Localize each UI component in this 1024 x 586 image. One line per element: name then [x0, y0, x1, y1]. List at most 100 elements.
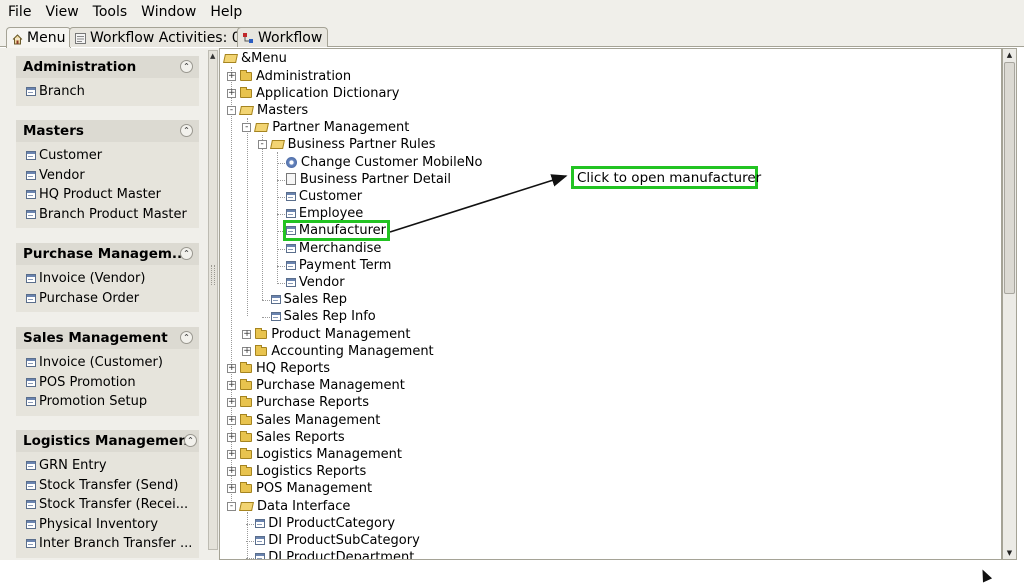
sidebar-item-pos-promotion[interactable]: POS Promotion [16, 373, 199, 393]
group-header[interactable]: Purchase Managem... ⌃ [16, 243, 199, 265]
sidebar-item-invoice-vendor[interactable]: Invoice (Vendor) [16, 269, 199, 289]
tree-root[interactable]: &Menu [223, 50, 287, 67]
collapse-icon[interactable]: ⌃ [180, 331, 193, 344]
expand-icon[interactable]: + [227, 398, 236, 408]
expand-icon[interactable]: + [227, 467, 236, 477]
tree-node-sales-reports[interactable]: Sales Reports [240, 429, 345, 446]
scroll-down-icon[interactable]: ▼ [1003, 547, 1016, 559]
tree-node-purchase-management[interactable]: Purchase Management [240, 377, 405, 394]
window-icon [285, 209, 296, 219]
expand-icon[interactable]: + [227, 88, 236, 98]
tree-node-accounting-management[interactable]: Accounting Management [255, 343, 434, 360]
tree-node-sales-rep[interactable]: Sales Rep [270, 291, 347, 308]
tree-node-logistics-reports[interactable]: Logistics Reports [240, 463, 366, 480]
collapse-icon[interactable]: ⌃ [180, 60, 193, 73]
tree-guide [276, 282, 285, 284]
sidebar-item-customer[interactable]: Customer [16, 146, 199, 166]
tree-node-product-management[interactable]: Product Management [255, 326, 410, 343]
sidebar-item-stock-transfer-receive[interactable]: Stock Transfer (Recei... [16, 495, 199, 515]
group-header[interactable]: Logistics Management ⌃ [16, 430, 199, 452]
expand-icon[interactable]: + [227, 363, 236, 373]
tree-node-business-partner-detail[interactable]: Business Partner Detail [285, 171, 451, 188]
tree-node-vendor[interactable]: Vendor [285, 274, 345, 291]
tree-node-data-interface[interactable]: Data Interface [239, 498, 350, 515]
sidebar-item-stock-transfer-send[interactable]: Stock Transfer (Send) [16, 476, 199, 496]
folder-icon [240, 396, 252, 408]
tree-node-label: Vendor [298, 274, 345, 290]
collapse-icon[interactable]: ⌃ [184, 434, 197, 447]
expand-icon[interactable]: + [227, 484, 236, 494]
expand-icon[interactable]: + [242, 346, 252, 356]
tree-node-di-productsubcategory[interactable]: DI ProductSubCategory [255, 532, 420, 549]
expand-icon[interactable]: + [227, 381, 236, 391]
tree-node-masters[interactable]: Masters [239, 102, 308, 119]
scroll-up-icon[interactable]: ▲ [1003, 49, 1016, 61]
tree-node-purchase-reports[interactable]: Purchase Reports [240, 394, 369, 411]
tree-node-partner-management[interactable]: Partner Management [254, 119, 409, 136]
sidebar-item-label: Vendor [39, 167, 85, 183]
window-icon [26, 519, 36, 529]
scrollbar-thumb[interactable] [1004, 62, 1015, 294]
tree-node-di-productcategory[interactable]: DI ProductCategory [255, 515, 395, 532]
sidebar-item-purchase-order[interactable]: Purchase Order [16, 289, 199, 309]
expand-icon[interactable]: + [227, 71, 236, 81]
tree-scrollbar[interactable]: ▲ ▼ [1002, 48, 1017, 560]
tab-workflow[interactable]: Workflow [237, 27, 329, 47]
tree-node-change-customer-mobileno[interactable]: Change Customer MobileNo [285, 154, 482, 171]
group-header[interactable]: Administration ⌃ [16, 56, 199, 78]
sidebar-item-hq-product-master[interactable]: HQ Product Master [16, 185, 199, 205]
tree-node-payment-term[interactable]: Payment Term [285, 257, 391, 274]
collapse-icon[interactable]: ⌃ [180, 247, 193, 260]
tab-workflow-activities[interactable]: Workflow Activities: 0 [69, 27, 247, 47]
sidebar-item-grn-entry[interactable]: GRN Entry [16, 456, 199, 476]
window-icon [285, 191, 296, 201]
sidebar-item-promotion-setup[interactable]: Promotion Setup [16, 392, 199, 412]
collapse-icon[interactable]: - [242, 123, 252, 133]
expand-icon[interactable]: + [227, 449, 236, 459]
sidebar-item-label: Branch Product Master [39, 206, 187, 222]
sidebar-item-inter-branch-transfer[interactable]: Inter Branch Transfer ... [16, 534, 199, 554]
menu-window[interactable]: Window [141, 4, 196, 20]
sidebar-item-physical-inventory[interactable]: Physical Inventory [16, 515, 199, 535]
sidebar-item-label: GRN Entry [39, 458, 107, 474]
tree-node-logistics-management[interactable]: Logistics Management [240, 446, 402, 463]
tree-node-merchandise[interactable]: Merchandise [285, 240, 382, 257]
sidebar-item-vendor[interactable]: Vendor [16, 166, 199, 186]
tree-node-sales-rep-info[interactable]: Sales Rep Info [270, 308, 376, 325]
tree-node-application-dictionary[interactable]: Application Dictionary [240, 85, 399, 102]
sidebar-item-invoice-customer[interactable]: Invoice (Customer) [16, 353, 199, 373]
collapse-icon[interactable]: - [227, 501, 236, 511]
collapse-icon[interactable]: - [257, 140, 267, 150]
menu-view[interactable]: View [45, 4, 78, 20]
tree-node-hq-reports[interactable]: HQ Reports [240, 360, 330, 377]
tree-node-pos-management[interactable]: POS Management [240, 480, 372, 497]
tree-node-administration[interactable]: Administration [240, 68, 351, 85]
tree-node-sales-management[interactable]: Sales Management [240, 412, 380, 429]
menu-file[interactable]: File [8, 4, 31, 20]
sidebar-item-branch[interactable]: Branch [16, 82, 199, 102]
tree-node-customer[interactable]: Customer [285, 188, 362, 205]
window-icon [26, 461, 36, 471]
menu-help[interactable]: Help [210, 4, 242, 20]
expand-icon[interactable]: + [227, 432, 236, 442]
tab-menu[interactable]: Menu [6, 27, 72, 48]
sidebar-scrollbar[interactable]: ▲ [208, 50, 218, 550]
tree-node-di-productdepartment[interactable]: DI ProductDepartment [255, 549, 414, 559]
tree-guide [261, 317, 270, 319]
scroll-up-icon[interactable]: ▲ [210, 52, 215, 60]
tree-node-label: Purchase Reports [256, 395, 370, 411]
folder-icon [240, 413, 252, 425]
collapse-icon[interactable]: - [227, 105, 236, 115]
tree-guide [246, 523, 255, 525]
splitter-grip[interactable] [211, 265, 215, 285]
tree-node-label: Merchandise [298, 240, 382, 256]
tree-node-business-partner-rules[interactable]: Business Partner Rules [269, 136, 436, 153]
expand-icon[interactable]: + [242, 329, 252, 339]
group-header[interactable]: Masters ⌃ [16, 120, 199, 142]
menu-sidebar: Administration ⌃ Branch Masters ⌃ Custom… [0, 48, 207, 560]
sidebar-item-branch-product-master[interactable]: Branch Product Master [16, 205, 199, 225]
group-header[interactable]: Sales Management ⌃ [16, 327, 199, 349]
expand-icon[interactable]: + [227, 415, 236, 425]
collapse-icon[interactable]: ⌃ [180, 124, 193, 137]
menu-tools[interactable]: Tools [93, 4, 128, 20]
